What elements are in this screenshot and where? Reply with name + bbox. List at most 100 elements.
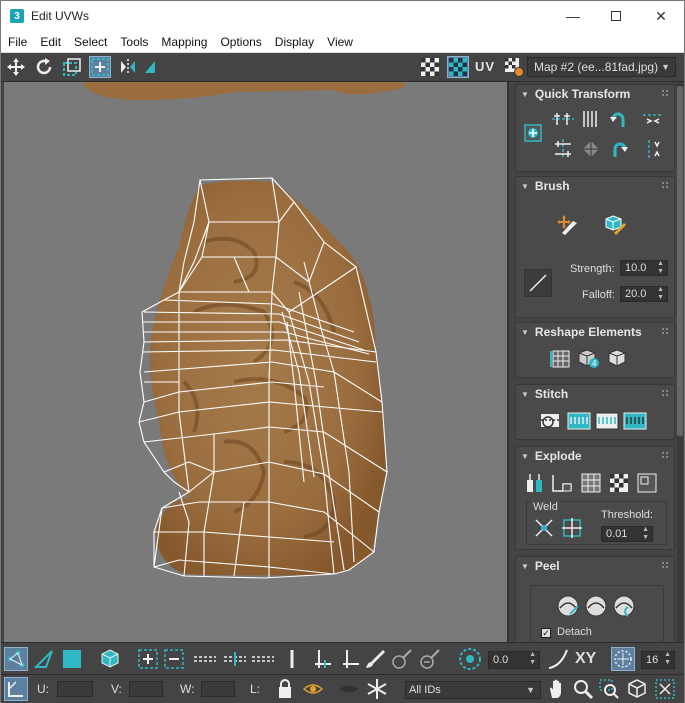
freeze-button[interactable] bbox=[365, 677, 389, 701]
rotate-tool-button[interactable] bbox=[33, 56, 55, 78]
stitch-custom-button[interactable] bbox=[538, 409, 564, 433]
peel-mode-button[interactable] bbox=[583, 594, 609, 618]
mirror-tool-button[interactable] bbox=[117, 56, 139, 78]
brush-header[interactable]: ▼ Brush bbox=[516, 177, 674, 195]
close-button[interactable]: ✕ bbox=[638, 1, 684, 31]
grid-size-spinner[interactable]: 16 ▲ ▼ bbox=[641, 651, 675, 669]
vertex-mode-button[interactable] bbox=[4, 647, 28, 671]
hide-selection-button[interactable] bbox=[301, 677, 325, 701]
scale-tool-button[interactable] bbox=[61, 56, 83, 78]
set-pivot-button[interactable] bbox=[520, 121, 546, 145]
move-tool-button[interactable] bbox=[5, 56, 27, 78]
spinner-arrows-icon[interactable]: ▲ ▼ bbox=[642, 526, 649, 542]
align-vertical-dashed-button[interactable] bbox=[640, 107, 666, 131]
ring-button[interactable] bbox=[250, 647, 274, 671]
flatten-by-material-button[interactable] bbox=[634, 471, 660, 495]
xy-space-label[interactable]: XY bbox=[575, 650, 596, 668]
zoom-button[interactable] bbox=[571, 677, 595, 701]
spinner-arrows-icon[interactable]: ▲ ▼ bbox=[664, 651, 671, 667]
relax-button[interactable]: 4 bbox=[576, 347, 602, 371]
align-to-edge-button[interactable] bbox=[578, 137, 604, 161]
menu-file[interactable]: File bbox=[8, 35, 27, 49]
stitch-average-button[interactable] bbox=[594, 409, 620, 433]
checker-toggle-button[interactable] bbox=[419, 56, 441, 78]
brush-falloff-curve-button[interactable] bbox=[524, 269, 552, 297]
map-settings-button[interactable] bbox=[503, 56, 525, 78]
split-button[interactable] bbox=[550, 471, 576, 495]
paint-select-button[interactable] bbox=[362, 647, 386, 671]
falloff-curve-button[interactable] bbox=[546, 647, 570, 671]
break-button[interactable] bbox=[522, 471, 548, 495]
w-coordinate-field[interactable] bbox=[201, 681, 235, 697]
grow-selection-button[interactable] bbox=[136, 647, 160, 671]
weld-target-button[interactable] bbox=[559, 516, 585, 540]
spinner-arrows-icon[interactable]: ▲ ▼ bbox=[657, 260, 664, 276]
straighten-button[interactable] bbox=[548, 347, 574, 371]
quick-transform-header[interactable]: ▼ Quick Transform bbox=[516, 85, 674, 103]
maximize-button[interactable] bbox=[593, 1, 639, 31]
explode-header[interactable]: ▼ Explode bbox=[516, 447, 674, 465]
menu-view[interactable]: View bbox=[327, 35, 353, 49]
uv-editor-viewport[interactable] bbox=[4, 82, 509, 642]
grip-handle-icon[interactable] bbox=[662, 328, 668, 334]
weld-selected-button[interactable] bbox=[531, 516, 557, 540]
flatten-by-polygon-button[interactable] bbox=[578, 471, 604, 495]
u-coordinate-field[interactable] bbox=[57, 681, 93, 697]
grip-handle-icon[interactable] bbox=[662, 90, 668, 96]
rotate-ccw-90-button[interactable] bbox=[606, 107, 632, 131]
peel-header[interactable]: ▼ Peel bbox=[516, 557, 674, 575]
uv-canvas[interactable] bbox=[4, 82, 509, 642]
loop-plus-button[interactable] bbox=[222, 647, 246, 671]
panel-scroll-thumb[interactable] bbox=[677, 86, 683, 436]
menu-mapping[interactable]: Mapping bbox=[161, 35, 207, 49]
stitch-header[interactable]: ▼ Stitch bbox=[516, 385, 674, 403]
detach-checkbox[interactable]: ✓ bbox=[541, 628, 551, 638]
align-horizontal-button[interactable] bbox=[550, 107, 576, 131]
flip-tool-button[interactable] bbox=[139, 56, 161, 78]
soft-selection-button[interactable] bbox=[458, 647, 482, 671]
rotation-angle-spinner[interactable]: 0.0 ▲ ▼ bbox=[488, 651, 540, 669]
map-select-dropdown[interactable]: Map #2 (ee...81fad.jpg) ▼ bbox=[527, 57, 676, 77]
reset-peel-button[interactable] bbox=[611, 594, 637, 618]
align-vertical-button[interactable] bbox=[550, 137, 576, 161]
space-horizontal-button[interactable] bbox=[578, 107, 604, 131]
spinner-arrows-icon[interactable]: ▲ ▼ bbox=[657, 286, 664, 302]
ring-vertical-button[interactable] bbox=[280, 647, 304, 671]
rotate-cw-90-button[interactable] bbox=[606, 137, 632, 161]
edge-loop-plus-button[interactable] bbox=[310, 647, 334, 671]
stitch-to-source-button[interactable] bbox=[566, 409, 592, 433]
minimize-button[interactable]: — bbox=[550, 1, 596, 31]
stitch-to-target-button[interactable] bbox=[622, 409, 648, 433]
relax-settings-button[interactable] bbox=[604, 347, 630, 371]
falloff-spinner[interactable]: 20.0 ▲ ▼ bbox=[620, 286, 668, 302]
show-map-button[interactable] bbox=[447, 56, 469, 78]
menu-options[interactable]: Options bbox=[220, 35, 261, 49]
quick-peel-button[interactable] bbox=[555, 594, 581, 618]
v-coordinate-field[interactable] bbox=[129, 681, 163, 697]
absolute-offset-toggle[interactable] bbox=[4, 677, 28, 701]
edge-loop-minus-button[interactable] bbox=[338, 647, 362, 671]
panel-scrollbar[interactable] bbox=[677, 82, 683, 642]
flatten-by-smoothing-button[interactable] bbox=[606, 471, 632, 495]
material-id-dropdown[interactable]: All IDs ▼ bbox=[405, 681, 541, 699]
loop-grow-button[interactable] bbox=[192, 647, 216, 671]
show-all-button[interactable] bbox=[337, 677, 361, 701]
menu-tools[interactable]: Tools bbox=[120, 35, 148, 49]
space-vertical-button[interactable] bbox=[640, 137, 666, 161]
reshape-elements-header[interactable]: ▼ Reshape Elements bbox=[516, 323, 674, 341]
element-mode-button[interactable] bbox=[98, 647, 122, 671]
uv-axis-label[interactable]: UV bbox=[475, 59, 495, 74]
freeform-tool-button[interactable] bbox=[89, 56, 111, 78]
grip-handle-icon[interactable] bbox=[662, 562, 668, 568]
grip-handle-icon[interactable] bbox=[662, 390, 668, 396]
edge-mode-button[interactable] bbox=[32, 647, 56, 671]
grip-handle-icon[interactable] bbox=[662, 182, 668, 188]
grip-handle-icon[interactable] bbox=[662, 452, 668, 458]
zoom-selected-button[interactable] bbox=[653, 677, 677, 701]
relax-brush-button[interactable] bbox=[602, 213, 628, 237]
threshold-spinner[interactable]: 0.01 ▲ ▼ bbox=[601, 526, 653, 542]
zoom-region-button[interactable] bbox=[597, 677, 621, 701]
polygon-mode-button[interactable] bbox=[60, 647, 84, 671]
menu-display[interactable]: Display bbox=[275, 35, 314, 49]
grid-snap-button[interactable] bbox=[611, 647, 635, 671]
